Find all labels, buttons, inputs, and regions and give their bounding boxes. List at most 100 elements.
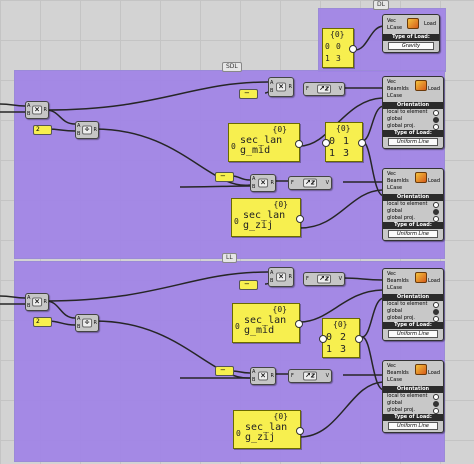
panel-load-case-ll[interactable]: {0} 0 2 1 3 (319, 318, 363, 358)
input-a[interactable]: A (27, 295, 30, 301)
negative-slider[interactable]: − (239, 280, 258, 290)
panel-section-mid[interactable]: {0} 0 sec_lan g_mid (228, 123, 303, 162)
option-local[interactable]: local to element (383, 393, 443, 400)
input-f[interactable]: F (291, 180, 294, 186)
output-load[interactable]: Load (424, 21, 436, 27)
vector-z-node[interactable]: F ↗z V (303, 82, 345, 96)
panel-section-zij[interactable]: {0} 0 sec_lan g_zij (233, 410, 304, 449)
option-local[interactable]: local to element (383, 109, 443, 116)
beam-load-component[interactable]: Vec BeamIds LCase Load Orientation local… (382, 76, 444, 149)
negative-slider[interactable]: − (215, 172, 234, 182)
input-lcase[interactable]: LCase (387, 93, 402, 99)
option-global[interactable]: global (383, 308, 443, 315)
input-b[interactable]: B (270, 88, 273, 94)
output-r[interactable]: R (289, 84, 292, 90)
gravity-load-component[interactable]: Vec LCase Load Type of Load: Gravity (382, 14, 440, 53)
division-node[interactable]: A B ÷ R (75, 121, 99, 139)
output-r[interactable]: R (94, 127, 97, 133)
output-r[interactable]: R (94, 320, 97, 326)
input-lcase[interactable]: LCase (387, 25, 402, 31)
input-vec[interactable]: Vec (387, 271, 396, 277)
input-lcase[interactable]: LCase (387, 285, 402, 291)
beam-load-component[interactable]: Vec BeamIds LCase Load Orientation local… (382, 268, 444, 341)
option-local[interactable]: local to element (383, 301, 443, 308)
output-v[interactable]: V (339, 86, 342, 92)
vector-z-node[interactable]: F ↗z V (288, 176, 332, 190)
input-b[interactable]: B (77, 131, 80, 137)
output-port[interactable] (349, 45, 357, 53)
input-a[interactable]: A (77, 316, 80, 322)
input-f[interactable]: F (306, 86, 309, 92)
load-type-dropdown[interactable]: Uniform Line (388, 138, 438, 146)
option-global-proj[interactable]: global proj. (383, 215, 443, 222)
input-b[interactable]: B (27, 111, 30, 117)
output-port[interactable] (295, 320, 303, 328)
output-port[interactable] (296, 426, 304, 435)
panel-section-zij[interactable]: {0} 0 sec_lan g_zij (231, 198, 304, 237)
input-vec[interactable]: Vec (387, 79, 396, 85)
radio-global-proj[interactable] (433, 408, 439, 414)
output-port[interactable] (358, 139, 366, 147)
input-port[interactable] (322, 139, 330, 147)
panel-load-case-dl[interactable]: {0} 0 0 1 3 (322, 28, 357, 68)
load-type-dropdown[interactable]: Gravity (388, 42, 434, 50)
negative-slider[interactable]: − (215, 366, 234, 376)
output-v[interactable]: V (326, 180, 329, 186)
option-global-proj[interactable]: global proj. (383, 315, 443, 322)
input-a[interactable]: A (270, 80, 273, 86)
radio-global-proj[interactable] (433, 124, 439, 130)
input-vec[interactable]: Vec (387, 363, 396, 369)
multiplication-node[interactable]: A B × R (250, 367, 276, 385)
input-beamids[interactable]: BeamIds (387, 86, 409, 92)
output-port[interactable] (355, 335, 363, 343)
multiplication-node[interactable]: A B × R (25, 101, 49, 119)
input-vec[interactable]: Vec (387, 171, 396, 177)
multiplication-node[interactable]: A B × R (268, 267, 294, 287)
radio-global-proj[interactable] (433, 216, 439, 222)
input-vec[interactable]: Vec (387, 18, 396, 24)
input-a[interactable]: A (270, 270, 273, 276)
output-v[interactable]: V (339, 276, 342, 282)
option-global[interactable]: global (383, 116, 443, 123)
input-b[interactable]: B (270, 278, 273, 284)
output-load[interactable]: Load (428, 86, 440, 92)
input-beamids[interactable]: BeamIds (387, 278, 409, 284)
output-load[interactable]: Load (428, 370, 440, 376)
output-port[interactable] (295, 139, 303, 148)
panel-load-case-sdl[interactable]: {0} 0 1 1 3 (322, 122, 366, 162)
multiplication-node[interactable]: A B × R (250, 174, 276, 192)
input-a[interactable]: A (27, 103, 30, 109)
division-node[interactable]: A B ÷ R (75, 314, 99, 332)
input-a[interactable]: A (252, 176, 255, 182)
load-type-dropdown[interactable]: Uniform Line (388, 330, 438, 338)
radio-global-proj[interactable] (433, 316, 439, 322)
output-r[interactable]: R (289, 274, 292, 280)
output-r[interactable]: R (271, 373, 274, 379)
load-type-dropdown[interactable]: Uniform Line (388, 422, 438, 430)
input-b[interactable]: B (252, 377, 255, 383)
input-b[interactable]: B (77, 324, 80, 330)
output-r[interactable]: R (271, 180, 274, 186)
option-global-proj[interactable]: global proj. (383, 123, 443, 130)
input-a[interactable]: A (252, 369, 255, 375)
input-lcase[interactable]: LCase (387, 185, 402, 191)
input-beamids[interactable]: BeamIds (387, 370, 409, 376)
output-load[interactable]: Load (428, 178, 440, 184)
vector-z-node[interactable]: F ↗z V (303, 272, 345, 286)
output-load[interactable]: Load (428, 278, 440, 284)
option-global[interactable]: global (383, 400, 443, 407)
input-beamids[interactable]: BeamIds (387, 178, 409, 184)
panel-section-mid[interactable]: {0} 0 sec_lan g_mid (232, 303, 303, 343)
input-port[interactable] (319, 335, 327, 343)
option-global[interactable]: global (383, 208, 443, 215)
option-global-proj[interactable]: global proj. (383, 407, 443, 414)
input-f[interactable]: F (291, 373, 294, 379)
negative-slider[interactable]: − (239, 89, 258, 99)
output-r[interactable]: R (44, 107, 47, 113)
output-port[interactable] (296, 214, 304, 223)
input-b[interactable]: B (27, 303, 30, 309)
beam-load-component[interactable]: Vec BeamIds LCase Load Orientation local… (382, 168, 444, 241)
input-a[interactable]: A (77, 123, 80, 129)
load-type-dropdown[interactable]: Uniform Line (388, 230, 438, 238)
multiplication-node[interactable]: A B × R (25, 293, 49, 311)
